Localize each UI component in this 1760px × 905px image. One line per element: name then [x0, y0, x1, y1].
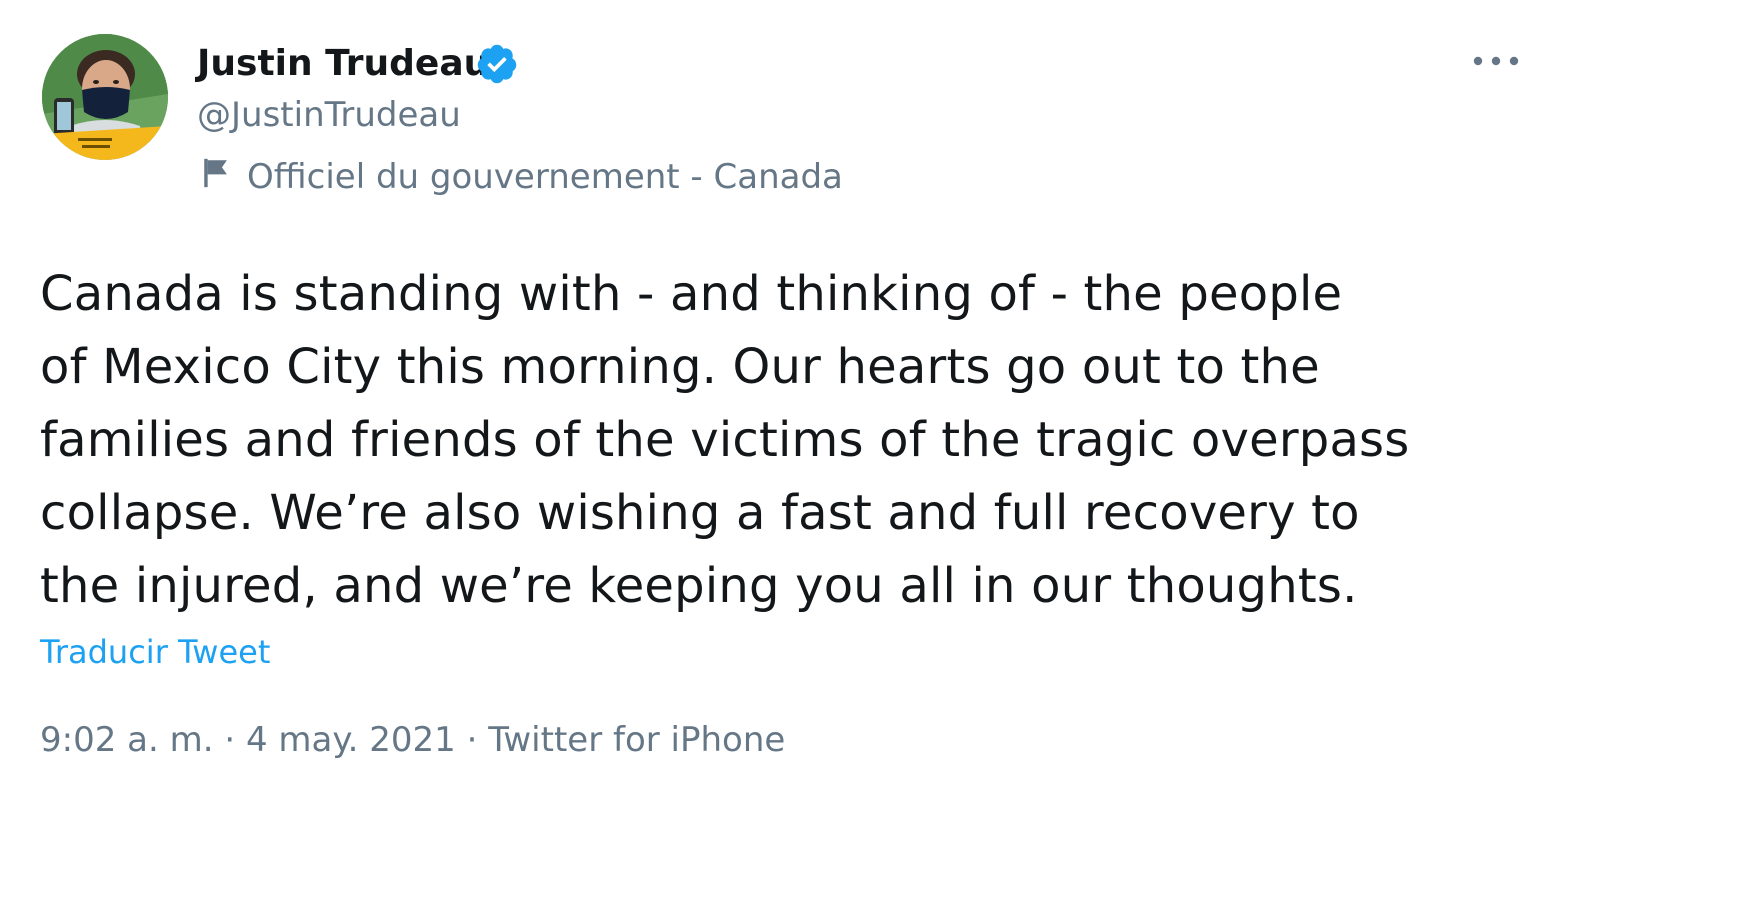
tweet-date[interactable]: 4 may. 2021	[246, 720, 456, 760]
avatar[interactable]	[42, 34, 168, 160]
verified-badge-icon	[477, 44, 517, 84]
avatar-image	[42, 34, 168, 160]
translate-tweet-link[interactable]: Traducir Tweet	[40, 630, 270, 674]
author-handle[interactable]: @JustinTrudeau	[197, 92, 461, 138]
tweet-card: Justin Trudeau @JustinTrudeau Officiel d…	[0, 0, 1760, 905]
flag-icon	[204, 158, 227, 188]
more-options-icon[interactable]	[1468, 44, 1524, 78]
tweet-time[interactable]: 9:02 a. m.	[40, 720, 214, 760]
meta-separator: ·	[455, 720, 489, 760]
tweet-text: Canada is standing with - and thinking o…	[40, 266, 1410, 614]
author-name[interactable]: Justin Trudeau	[197, 40, 489, 88]
tweet-source[interactable]: Twitter for iPhone	[488, 720, 785, 760]
tweet-metadata: 9:02 a. m. · 4 may. 2021 · Twitter for i…	[40, 716, 785, 764]
meta-separator: ·	[213, 720, 246, 760]
government-label: Officiel du gouvernement - Canada	[247, 157, 843, 197]
